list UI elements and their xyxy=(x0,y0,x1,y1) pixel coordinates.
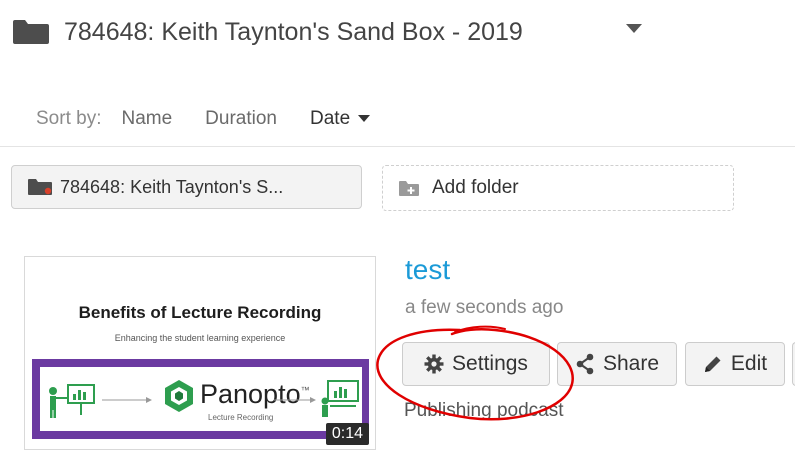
folder-title: 784648: Keith Taynton's Sand Box - 2019 xyxy=(64,17,523,46)
arrow-icon xyxy=(102,397,152,403)
thumbnail-banner: Panopto™ Lecture Recording xyxy=(32,359,369,439)
thumbnail-subtitle: Enhancing the student learning experienc… xyxy=(114,333,286,343)
caret-down-icon[interactable] xyxy=(626,24,642,34)
session-timestamp: a few seconds ago xyxy=(405,297,564,318)
settings-button[interactable]: Settings xyxy=(402,342,550,386)
sort-bar: Sort by: Name Duration Date xyxy=(36,108,371,130)
panopto-logo-text: Panopto™ xyxy=(200,379,310,409)
session-title-link[interactable]: test xyxy=(405,254,450,286)
duration-badge: 0:14 xyxy=(325,423,369,445)
sort-option-name[interactable]: Name xyxy=(121,108,172,130)
sort-label: Sort by: xyxy=(36,108,102,129)
arrow-icon xyxy=(274,397,316,403)
folder-header[interactable]: 784648: Keith Taynton's Sand Box - 2019 xyxy=(12,14,523,50)
divider xyxy=(0,146,795,147)
sort-option-date[interactable]: Date xyxy=(310,108,350,130)
share-label: Share xyxy=(602,352,660,375)
current-folder-label: 784648: Keith Taynton's S... xyxy=(60,176,284,197)
caret-down-icon[interactable] xyxy=(358,115,371,123)
session-thumbnail[interactable]: Benefits of Lecture Recording Enhancing … xyxy=(24,256,376,450)
add-folder-label: Add folder xyxy=(432,177,519,198)
pencil-icon xyxy=(704,356,721,372)
add-folder-button[interactable]: Add folder xyxy=(382,165,734,211)
thumbnail-title: Benefits of Lecture Recording xyxy=(78,303,322,322)
lecturer-icon xyxy=(49,384,95,418)
sort-option-duration[interactable]: Duration xyxy=(205,108,277,130)
presentation-icon xyxy=(321,380,359,417)
thumbnail-banner-inner: Panopto™ Lecture Recording xyxy=(40,367,362,431)
share-icon xyxy=(576,353,594,375)
session-status: Publishing podcast xyxy=(404,400,564,421)
gear-icon xyxy=(424,354,444,374)
panopto-logo-subtitle: Lecture Recording xyxy=(208,413,274,422)
edit-button[interactable]: Edit xyxy=(685,342,785,386)
settings-label: Settings xyxy=(452,352,528,375)
add-folder-icon xyxy=(399,180,419,196)
edit-label: Edit xyxy=(730,352,768,375)
share-button[interactable]: Share xyxy=(557,342,677,386)
panopto-logo-icon xyxy=(165,380,193,412)
folder-shared-icon xyxy=(28,179,52,195)
folder-icon xyxy=(13,20,49,44)
current-folder-button[interactable]: 784648: Keith Taynton's S... xyxy=(11,165,362,209)
